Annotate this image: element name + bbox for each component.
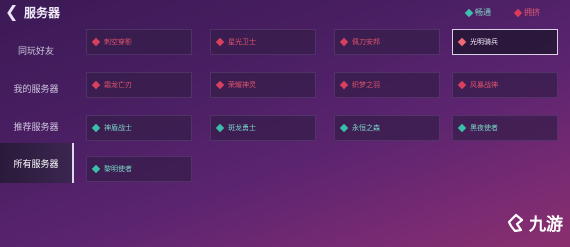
tab-my-servers[interactable]: 我的服务器 (0, 68, 72, 108)
watermark: 九游 (506, 210, 563, 235)
page-title: 服务器 (24, 6, 61, 20)
tab-all-servers[interactable]: 所有服务器 (0, 143, 74, 183)
server-name: 霜龙亡刃 (104, 81, 132, 89)
red-diamond-icon (91, 37, 101, 47)
server-card[interactable]: 佩刀安邦 (334, 29, 440, 55)
watermark-text: 九游 (529, 215, 563, 235)
server-card[interactable]: 黎明使者 (86, 156, 192, 182)
red-diamond-icon (339, 80, 349, 90)
server-name: 斑龙勇士 (228, 124, 256, 132)
legend-smooth-label: 畅通 (475, 8, 491, 17)
red-diamond-icon (513, 8, 523, 17)
server-card[interactable]: 光明骑兵 (452, 29, 558, 55)
red-diamond-icon (215, 37, 225, 47)
red-diamond-icon (457, 37, 467, 47)
server-name: 永恒之森 (352, 124, 380, 132)
legend-smooth: 畅通 (464, 7, 491, 18)
legend-crowded: 拥挤 (513, 7, 540, 18)
green-diamond-icon (91, 164, 101, 174)
server-name: 风暴战神 (470, 81, 498, 89)
red-diamond-icon (457, 80, 467, 90)
server-card[interactable]: 霜龙亡刃 (86, 72, 192, 98)
green-diamond-icon (339, 123, 349, 133)
server-category-sidebar: 同玩好友 我的服务器 推荐服务器 所有服务器 (0, 30, 74, 190)
server-name: 黑夜使者 (470, 124, 498, 132)
red-diamond-icon (91, 80, 101, 90)
server-card[interactable]: 风暴战神 (452, 72, 558, 98)
top-bar: ❮ 服务器 畅通 拥挤 (0, 0, 570, 26)
tab-friends[interactable]: 同玩好友 (0, 30, 72, 70)
green-diamond-icon (91, 123, 101, 133)
tab-friends-label: 同玩好友 (17, 46, 54, 57)
green-diamond-icon (464, 8, 474, 17)
legend-crowded-label: 拥挤 (524, 8, 540, 17)
server-name: 黎明使者 (104, 165, 132, 173)
tab-recommended-label: 推荐服务器 (13, 122, 59, 133)
tab-my-servers-label: 我的服务器 (13, 84, 59, 95)
nine-game-logo-icon (507, 213, 524, 232)
server-name: 星光卫士 (228, 38, 256, 46)
server-name: 神盾战士 (104, 124, 132, 132)
server-name: 荣耀神灵 (228, 81, 256, 89)
server-name: 刺空穿影 (104, 38, 132, 46)
server-card[interactable]: 荣耀神灵 (210, 72, 316, 98)
server-name: 织梦之羽 (352, 81, 380, 89)
server-card[interactable]: 斑龙勇士 (210, 115, 316, 141)
back-arrow-icon[interactable]: ❮ (5, 3, 21, 21)
server-card[interactable]: 神盾战士 (86, 115, 192, 141)
green-diamond-icon (457, 123, 467, 133)
server-card[interactable]: 黑夜使者 (452, 115, 558, 141)
server-card[interactable]: 永恒之森 (334, 115, 440, 141)
server-card[interactable]: 织梦之羽 (334, 72, 440, 98)
tab-recommended[interactable]: 推荐服务器 (0, 106, 72, 146)
server-card[interactable]: 刺空穿影 (86, 29, 192, 55)
red-diamond-icon (215, 80, 225, 90)
red-diamond-icon (339, 37, 349, 47)
green-diamond-icon (215, 123, 225, 133)
tab-all-servers-label: 所有服务器 (13, 159, 59, 170)
server-card[interactable]: 星光卫士 (210, 29, 316, 55)
server-name: 光明骑兵 (470, 38, 498, 46)
server-name: 佩刀安邦 (352, 38, 380, 46)
